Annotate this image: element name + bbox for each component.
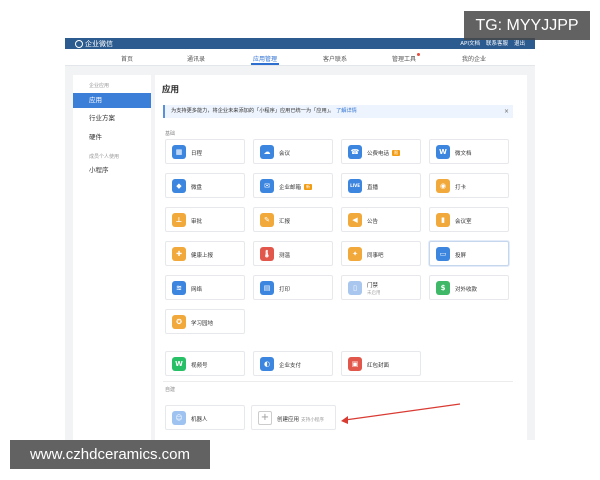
screenshot-frame: 企业微信 API文档 联系客服 退出 首页 通讯录 应用管理 客户联系 管理工具…: [65, 38, 535, 440]
nav-my-enterprise[interactable]: 我的企业: [462, 54, 486, 63]
nav-admin-tools-label: 管理工具: [391, 56, 417, 63]
contact-support-link[interactable]: 联系客服: [486, 39, 508, 47]
sidebar-item-industry[interactable]: 行业方案: [73, 111, 151, 126]
main-nav: 首页 通讯录 应用管理 客户联系 管理工具 我的企业: [65, 49, 535, 66]
app-logo-text: 企业微信: [85, 40, 113, 48]
wecom-logo-icon: [75, 40, 83, 48]
nav-home[interactable]: 首页: [121, 54, 133, 63]
top-links: API文档 联系客服 退出: [460, 39, 525, 47]
nav-customer-contact[interactable]: 客户联系: [323, 54, 347, 63]
logout-link[interactable]: 退出: [514, 39, 525, 47]
watermark-tg: TG: MYYJJPP: [464, 11, 590, 40]
app-logo[interactable]: 企业微信: [75, 39, 113, 49]
sidebar-item-hardware[interactable]: 硬件: [73, 130, 151, 145]
nav-app-management[interactable]: 应用管理: [250, 54, 280, 65]
sidebar-item-apps[interactable]: 应用: [73, 93, 151, 108]
sidebar-category-enterprise: 企业应用: [89, 83, 110, 89]
sidebar: 企业应用 应用 行业方案 硬件 成员个人使用 小程序: [73, 75, 151, 440]
nav-contacts[interactable]: 通讯录: [187, 54, 205, 63]
nav-admin-tools[interactable]: 管理工具: [391, 53, 421, 63]
sidebar-category-personal: 成员个人使用: [89, 154, 120, 160]
annotation-arrow: [341, 403, 461, 424]
sidebar-item-mini-program[interactable]: 小程序: [73, 163, 151, 178]
api-docs-link[interactable]: API文档: [460, 39, 480, 47]
watermark-url: www.czhdceramics.com: [10, 440, 210, 469]
nav-app-management-label: 应用管理: [252, 56, 278, 63]
notification-dot: [417, 53, 421, 56]
main-panel: 应用 为支持更多能力，将企业未来添加的「小程序」应用已统一为「应用」。 了解详情…: [155, 75, 527, 440]
